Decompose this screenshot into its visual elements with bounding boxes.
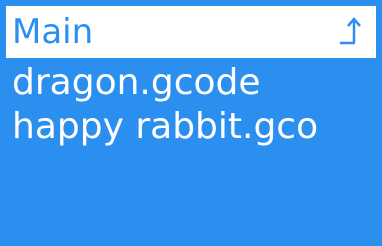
- header-bar: Main: [6, 6, 376, 58]
- folder-title: Main: [12, 12, 94, 52]
- file-list: dragon.gcode happy rabbit.gco: [6, 61, 376, 239]
- parent-folder-button[interactable]: [336, 12, 370, 52]
- file-browser-screen: Main dragon.gcode happy rabbit.gco: [0, 0, 382, 246]
- up-arrow-icon: [340, 17, 361, 45]
- file-item[interactable]: dragon.gcode: [6, 61, 376, 105]
- file-item[interactable]: happy rabbit.gco: [6, 105, 376, 149]
